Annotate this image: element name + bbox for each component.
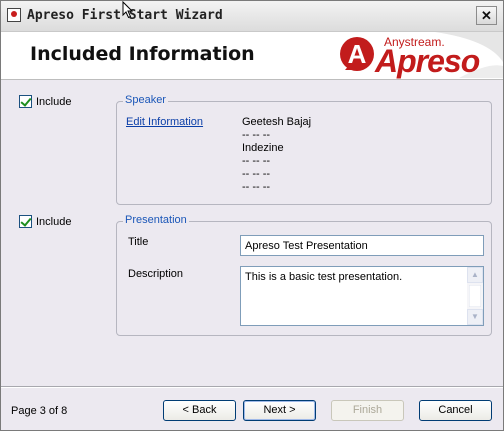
description-textarea[interactable]: This is a basic test presentation. ▲ ▼ (240, 266, 484, 326)
presentation-include-label: Include (36, 216, 72, 228)
presentation-legend: Presentation (123, 214, 189, 226)
close-button[interactable]: ✕ (476, 6, 497, 25)
app-icon (7, 8, 21, 22)
logo-product-text: Apreso (375, 43, 480, 79)
scroll-track[interactable] (468, 284, 482, 308)
edit-information-link[interactable]: Edit Information (126, 116, 203, 128)
page-indicator: Page 3 of 8 (11, 405, 68, 417)
title-bar[interactable]: Apreso First Start Wizard ✕ (1, 1, 503, 32)
description-text: This is a basic test presentation. (245, 271, 403, 283)
next-button[interactable]: Next > (243, 400, 316, 421)
speaker-value-5: -- -- -- (242, 168, 271, 180)
wizard-window: Apreso First Start Wizard ✕ Included Inf… (0, 0, 504, 431)
presentation-groupbox: Presentation Title Apreso Test Presentat… (116, 214, 492, 336)
description-label: Description (128, 268, 184, 280)
apreso-logo: A Anystream. Apreso (339, 32, 503, 79)
mouse-pointer-icon (122, 1, 134, 19)
wizard-header: Included Information A Anystream. Apreso (1, 32, 503, 80)
page-title: Included Information (30, 43, 255, 65)
description-scrollbar[interactable]: ▲ ▼ (467, 267, 483, 325)
logo-mark: A (348, 39, 367, 69)
scroll-thumb-icon (468, 284, 482, 308)
cancel-button[interactable]: Cancel (419, 400, 492, 421)
presentation-include-check-icon[interactable] (19, 215, 32, 228)
title-label: Title (128, 236, 149, 248)
scroll-down-icon[interactable]: ▼ (467, 309, 483, 325)
speaker-value-2: -- -- -- (242, 129, 271, 141)
speaker-company: Indezine (242, 142, 284, 154)
finish-button[interactable]: Finish (331, 400, 404, 421)
speaker-legend: Speaker (123, 94, 168, 106)
speaker-value-4: -- -- -- (242, 155, 271, 167)
speaker-value-6: -- -- -- (242, 181, 271, 193)
speaker-include-label: Include (36, 96, 72, 108)
title-input[interactable]: Apreso Test Presentation (240, 235, 484, 256)
footer-divider (1, 386, 503, 388)
speaker-name: Geetesh Bajaj (242, 116, 312, 128)
scroll-up-icon[interactable]: ▲ (467, 267, 483, 283)
speaker-groupbox: Speaker Edit Information Geetesh Bajaj -… (116, 94, 492, 205)
speaker-include-check-icon[interactable] (19, 95, 32, 108)
back-button[interactable]: < Back (163, 400, 236, 421)
